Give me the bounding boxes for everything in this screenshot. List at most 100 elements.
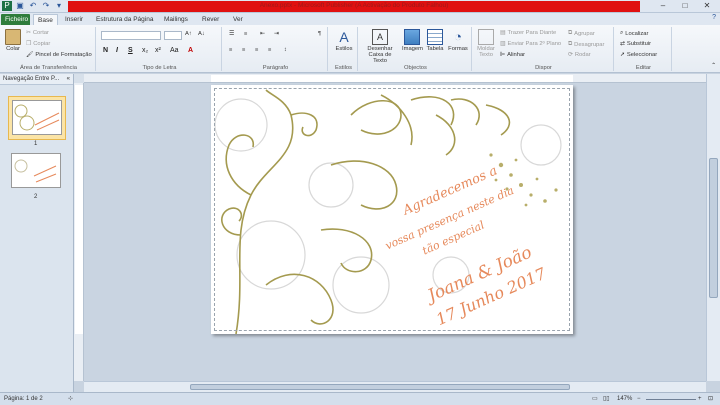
font-group-label: Tipo de Letra — [142, 65, 177, 71]
two-page-view-icon[interactable]: ▯▯ — [603, 393, 610, 405]
align-center-icon[interactable]: ≡ — [242, 47, 245, 53]
group-button[interactable]: ⧉ Agrupar — [568, 30, 595, 37]
group-styles: A Estilos Estilos — [330, 27, 358, 71]
zoom-slider[interactable] — [646, 399, 696, 400]
rotate-button[interactable]: ⟳ Rodar — [568, 52, 591, 58]
show-marks-icon[interactable]: ¶ — [318, 31, 321, 37]
ungroup-button[interactable]: ⧉ Desagrupar — [568, 41, 604, 48]
increase-indent-icon[interactable]: ⇥ — [274, 31, 279, 37]
vertical-scrollbar[interactable] — [706, 74, 720, 381]
shrink-font-icon[interactable]: A↓ — [198, 31, 205, 37]
publication-page[interactable]: Agradecemos a vossa presença neste dia t… — [211, 85, 573, 334]
cut-label: Cortar — [32, 30, 49, 36]
copy-button[interactable]: ❐ Copiar — [26, 41, 50, 47]
replace-button[interactable]: ⇄ Substituir — [620, 41, 651, 47]
tab-mailings[interactable]: Mailings — [160, 14, 192, 25]
superscript-icon[interactable]: x² — [155, 47, 161, 54]
align-button[interactable]: ⊫ Alinhar — [500, 52, 525, 58]
line-spacing-icon[interactable]: ↕ — [284, 47, 287, 53]
publisher-app-icon[interactable]: P — [2, 1, 12, 11]
page-thumbnail-2[interactable] — [8, 150, 66, 194]
draw-textbox-label: Desenhar Caixa de Texto — [367, 46, 393, 64]
tab-home[interactable]: Base — [33, 14, 58, 25]
paste-button[interactable]: Colar — [4, 29, 22, 52]
page-count-status[interactable]: Página: 1 de 2 — [4, 393, 43, 405]
minimize-button[interactable]: – — [652, 0, 674, 12]
shapes-icon: ◔ — [454, 29, 462, 44]
navigation-title: Navegação Entre P... — [3, 76, 60, 82]
vertical-scroll-thumb[interactable] — [709, 158, 718, 298]
horizontal-ruler[interactable] — [84, 74, 706, 83]
editing-group-label: Editar — [635, 65, 652, 71]
copy-icon: ❐ — [26, 41, 32, 47]
tab-view[interactable]: Ver — [229, 14, 247, 25]
tab-insert[interactable]: Inserir — [61, 14, 87, 25]
styles-button-label: Estilos — [335, 46, 353, 52]
brush-icon: 🖌 — [26, 52, 34, 58]
zoom-in-icon[interactable]: + — [698, 393, 702, 405]
zoom-out-icon[interactable]: − — [637, 393, 641, 405]
thumbnail-preview-2 — [11, 153, 61, 188]
title-bar: P ▣ ↶ ↷ ▾ Anexo.pptx - Microsoft Publish… — [0, 0, 720, 13]
align-icon: ⊫ — [500, 52, 506, 58]
send-back-label: Enviar Para 2º Plano — [507, 41, 562, 47]
undo-icon[interactable]: ↶ — [28, 1, 38, 11]
numbering-icon[interactable]: ≡ — [244, 31, 247, 37]
single-page-view-icon[interactable]: ▭ — [592, 393, 598, 405]
customize-qat-icon[interactable]: ▾ — [54, 1, 64, 11]
tab-page-design[interactable]: Estrutura da Página — [92, 14, 157, 25]
align-right-icon[interactable]: ≡ — [255, 47, 258, 53]
help-icon[interactable]: ? — [712, 14, 716, 21]
subscript-icon[interactable]: x₂ — [142, 47, 148, 54]
grow-font-icon[interactable]: A↑ — [185, 31, 192, 37]
horizontal-scrollbar[interactable] — [84, 381, 706, 392]
wrap-text-button[interactable]: Moldar Texto — [475, 29, 497, 58]
insert-shapes-button[interactable]: ◔ Formas — [448, 29, 468, 52]
window-title: Anexo.pptx - Microsoft Publisher (A Acti… — [259, 2, 449, 9]
font-name-combo[interactable] — [101, 31, 161, 40]
format-painter-button[interactable]: 🖌 Pincel de Formatação — [26, 52, 92, 58]
italic-button[interactable]: I — [116, 47, 118, 54]
redo-icon[interactable]: ↷ — [41, 1, 51, 11]
page-number-1: 1 — [34, 141, 38, 147]
replace-icon: ⇄ — [620, 41, 625, 47]
tab-file[interactable]: Ficheiro — [1, 14, 30, 25]
floral-thumb-icon — [14, 159, 57, 183]
underline-button[interactable]: S — [128, 47, 133, 54]
clipboard-icon — [5, 29, 21, 45]
maximize-button[interactable]: □ — [674, 0, 696, 12]
cut-button[interactable]: ✂ Cortar — [26, 30, 49, 36]
horizontal-scroll-thumb[interactable] — [190, 384, 570, 390]
find-button[interactable]: ⌕ Localizar — [620, 30, 648, 37]
textbox-icon: A — [372, 29, 388, 45]
group-editing: ⌕ Localizar ⇄ Substituir ➚ Seleccionar Edit… — [616, 27, 672, 71]
vertical-ruler[interactable] — [74, 83, 84, 381]
zoom-level[interactable]: 147% — [617, 393, 632, 405]
clipboard-group-label: Área de Transferência — [19, 65, 78, 71]
select-button[interactable]: ➚ Seleccionar — [620, 52, 657, 58]
save-icon[interactable]: ▣ — [15, 1, 25, 11]
font-color-icon[interactable]: A — [188, 47, 193, 54]
page-thumbnail-1[interactable] — [8, 96, 66, 140]
align-left-icon[interactable]: ≡ — [229, 47, 232, 53]
font-size-combo[interactable] — [164, 31, 182, 40]
close-button[interactable]: ✕ — [696, 0, 718, 12]
ribbon: Colar ✂ Cortar ❐ Copiar 🖌 Pincel de Formata… — [0, 25, 720, 73]
justify-icon[interactable]: ≡ — [268, 47, 271, 53]
styles-icon: A — [339, 29, 349, 45]
bold-button[interactable]: N — [103, 47, 108, 54]
draw-textbox-button[interactable]: A Desenhar Caixa de Texto — [362, 29, 398, 64]
collapse-ribbon-icon[interactable]: ⌃ — [711, 63, 716, 69]
window-controls: – □ ✕ — [652, 0, 718, 12]
bring-forward-button[interactable]: ▤ Trazer Para Diante — [500, 30, 556, 36]
insert-image-button[interactable]: Imagem — [402, 29, 423, 52]
decrease-indent-icon[interactable]: ⇤ — [260, 31, 265, 37]
fit-page-icon[interactable]: ⊡ — [708, 393, 713, 405]
change-case-icon[interactable]: Aa — [170, 47, 179, 54]
styles-button[interactable]: A Estilos — [333, 29, 355, 52]
collapse-panel-icon[interactable]: « — [67, 74, 70, 84]
insert-table-button[interactable]: Tabela — [425, 29, 445, 52]
bullets-icon[interactable]: ☰ — [229, 31, 234, 37]
send-back-button[interactable]: ▥ Enviar Para 2º Plano — [500, 41, 561, 47]
tab-review[interactable]: Rever — [198, 14, 223, 25]
